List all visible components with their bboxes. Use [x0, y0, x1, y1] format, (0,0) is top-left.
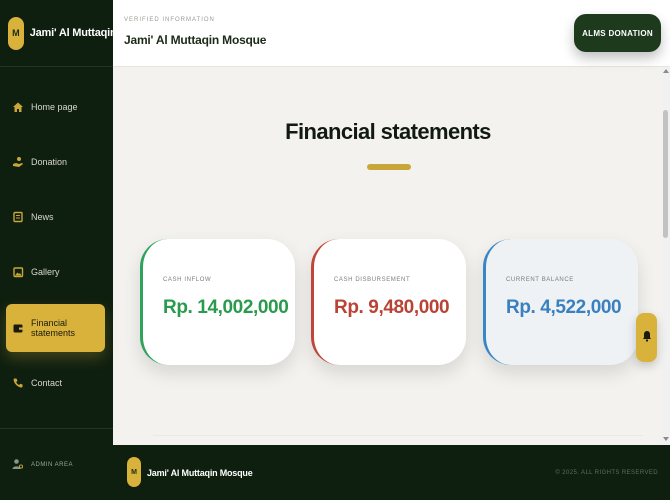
- sidebar-item-financial-statements[interactable]: Financial statements: [6, 304, 105, 352]
- brand[interactable]: M Jami' Al Muttaqin...: [0, 0, 113, 67]
- section-title: Financial statements: [285, 119, 491, 144]
- cash-disbursement-card: CASH DISBURSEMENT Rp. 9,480,000: [311, 239, 466, 365]
- admin-area-label: ADMIN AREA: [31, 461, 74, 468]
- wallet-icon: [12, 322, 24, 334]
- notification-bell-button[interactable]: [636, 313, 657, 362]
- sidebar-item-label: Financial statements: [31, 318, 76, 338]
- brand-logo: M: [8, 16, 24, 50]
- top-header: VERIFIED INFORMATION Jami' Al Muttaqin M…: [113, 0, 670, 67]
- footer-mosque-name: Jami' Al Muttaqin Mosque: [147, 468, 253, 478]
- card-label: CURRENT BALANCE: [506, 277, 574, 283]
- sidebar: M Jami' Al Muttaqin... Home page Donatio…: [0, 0, 113, 500]
- sidebar-item-label: Contact: [31, 378, 63, 388]
- title-underline: [367, 164, 411, 170]
- verified-label: VERIFIED INFORMATION: [124, 17, 215, 23]
- footer: M Jami' Al Muttaqin Mosque © 2025. ALL R…: [113, 445, 670, 500]
- sidebar-item-label: News: [31, 212, 54, 222]
- card-value: Rp. 4,522,000: [506, 297, 622, 318]
- card-label: CASH INFLOW: [163, 277, 212, 283]
- alms-donation-button[interactable]: ALMS DONATION: [574, 14, 661, 52]
- home-icon: [12, 101, 24, 113]
- card-value: Rp. 9,480,000: [334, 297, 450, 318]
- main-content: Financial statements CASH INFLOW Rp. 14,…: [113, 67, 670, 445]
- admin-user-icon: [12, 458, 24, 472]
- page-title: Jami' Al Muttaqin Mosque: [124, 33, 267, 47]
- cash-inflow-card: CASH INFLOW Rp. 14,002,000: [140, 239, 295, 365]
- card-value: Rp. 14,002,000: [163, 297, 289, 318]
- phone-icon: [12, 377, 24, 389]
- current-balance-card: CURRENT BALANCE Rp. 4,522,000: [483, 239, 638, 365]
- gallery-icon: [12, 266, 24, 278]
- sidebar-item-label: Donation: [31, 157, 68, 167]
- footer-logo: M: [127, 457, 141, 487]
- sidebar-item-label: Home page: [31, 102, 78, 112]
- news-icon: [12, 211, 24, 223]
- scroll-thumb[interactable]: [663, 110, 668, 238]
- admin-area-link[interactable]: ADMIN AREA: [0, 428, 113, 500]
- scroll-down-arrow-icon[interactable]: [663, 437, 669, 441]
- scroll-up-arrow-icon[interactable]: [663, 69, 669, 73]
- brand-name: Jami' Al Muttaqin...: [29, 27, 113, 39]
- content-divider: [153, 435, 643, 445]
- donation-hand-icon: [12, 156, 24, 168]
- card-label: CASH DISBURSEMENT: [334, 277, 411, 283]
- footer-copyright: © 2025. ALL RIGHTS RESERVED: [555, 470, 658, 476]
- bell-icon: [642, 329, 652, 347]
- sidebar-item-label: Gallery: [31, 267, 60, 277]
- vertical-scrollbar[interactable]: [662, 67, 670, 445]
